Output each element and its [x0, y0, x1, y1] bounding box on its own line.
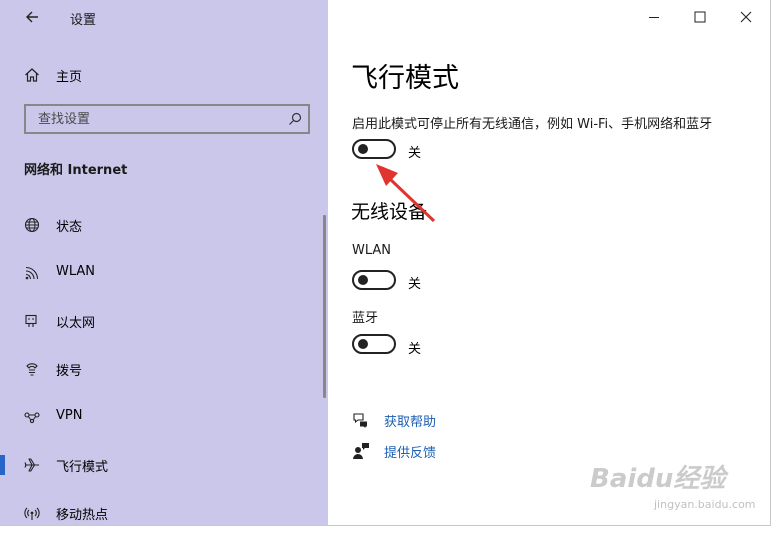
watermark-logo: Baidu经验: [590, 464, 726, 494]
baidu-watermark: Baidu经验 jingyan.baidu.com: [590, 458, 756, 520]
settings-window: 设置 主页 网络和 Internet 状态: [0, 0, 771, 526]
watermark-url: jingyan.baidu.com: [654, 498, 756, 511]
annotation-arrow: [376, 164, 436, 223]
